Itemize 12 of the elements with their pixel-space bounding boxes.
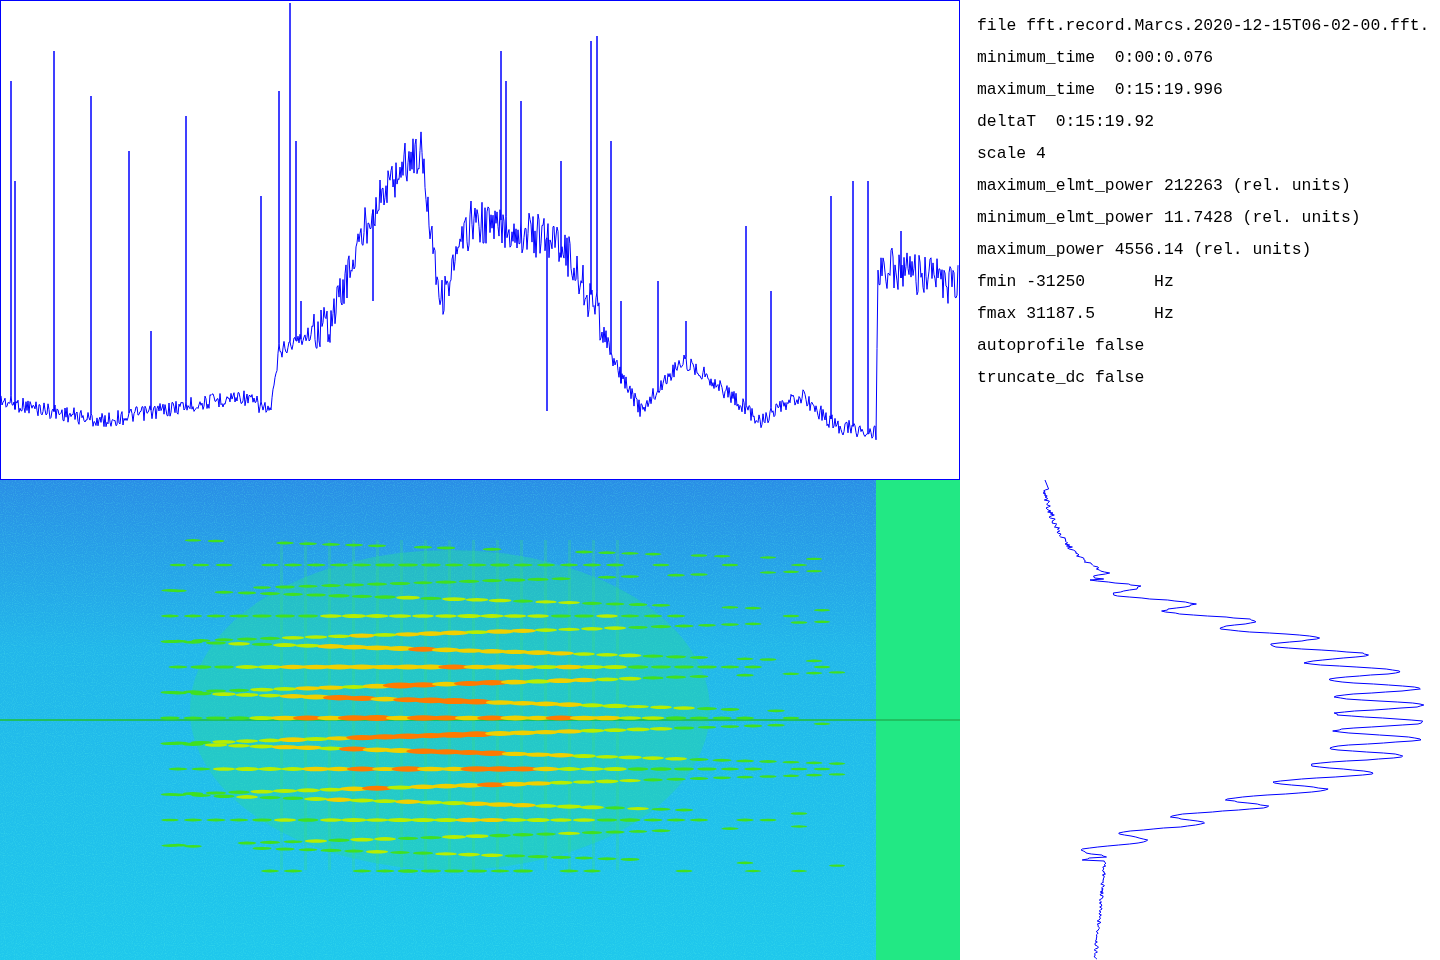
info-line: deltaT 0:15:19.92 bbox=[977, 111, 1155, 133]
info-line: file fft.record.Marcs.2020-12-15T06-02-00.fft. bbox=[977, 15, 1430, 37]
info-line: maximum_elmt_power 212263 (rel. units) bbox=[977, 175, 1351, 197]
info-line: minimum_time 0:00:0.076 bbox=[977, 47, 1214, 69]
info-line: minimum_elmt_power 11.7428 (rel. units) bbox=[977, 207, 1361, 229]
info-line: truncate_dc false bbox=[977, 367, 1145, 389]
info-line: fmax 31187.5 Hz bbox=[977, 303, 1174, 325]
info-line: autoprofile false bbox=[977, 335, 1145, 357]
info-line: fmin -31250 Hz bbox=[977, 271, 1174, 293]
info-line: maximum_power 4556.14 (rel. units) bbox=[977, 239, 1312, 261]
info-line: maximum_time 0:15:19.996 bbox=[977, 79, 1223, 101]
info-line: scale 4 bbox=[977, 143, 1046, 165]
